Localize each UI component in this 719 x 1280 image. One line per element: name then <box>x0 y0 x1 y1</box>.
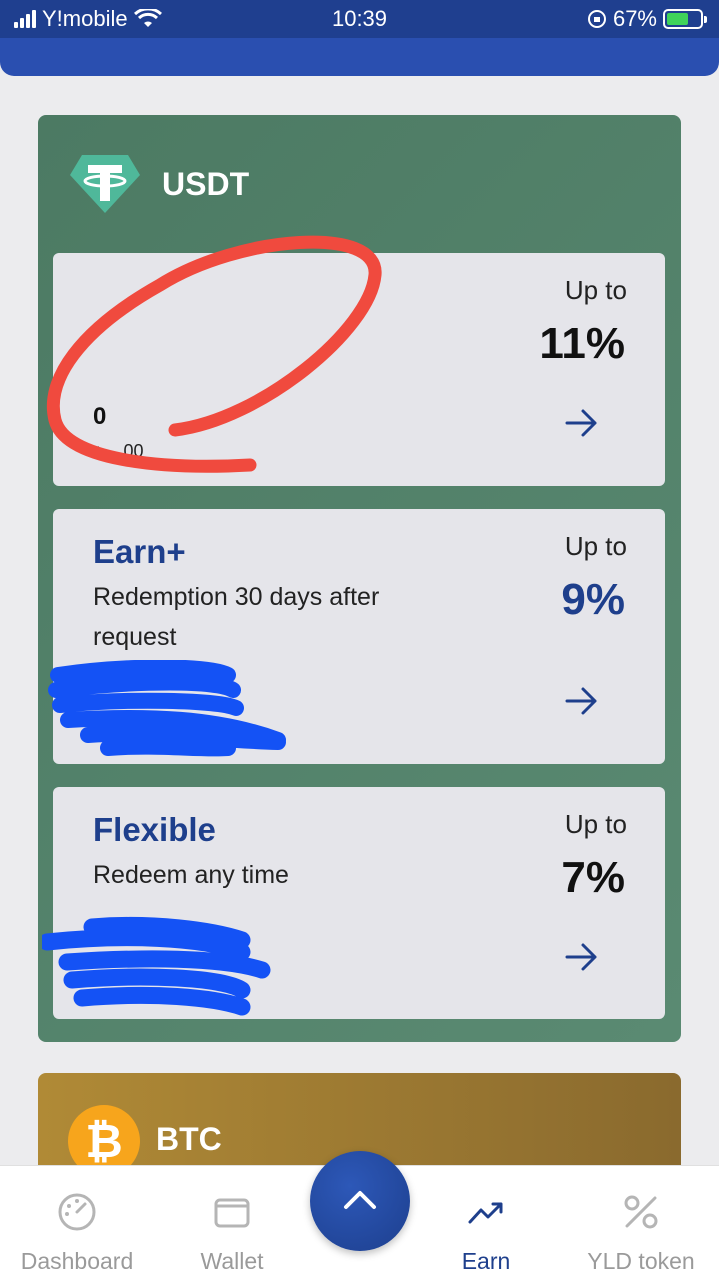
usdt-product-card[interactable]: 0 + ...00 Up to 11% <box>53 253 665 486</box>
header-strip <box>0 38 719 76</box>
flexible-card[interactable]: Flexible Redeem any time Up to 7% <box>53 787 665 1019</box>
arrow-right-icon[interactable] <box>565 686 599 716</box>
rate-value: 11% <box>539 319 625 368</box>
earn-plus-description: Redemption 30 days after request <box>93 583 380 651</box>
status-bar-right: 67% <box>587 6 707 32</box>
usdt-title: USDT <box>162 165 250 202</box>
nav-dashboard[interactable]: Dashboard <box>2 1166 152 1280</box>
flexible-title: Flexible <box>93 811 216 848</box>
bottom-navigation: Dashboard Wallet Earn YLD token <box>0 1151 719 1280</box>
btc-title: BTC <box>156 1121 222 1157</box>
trending-up-icon <box>468 1202 503 1224</box>
up-to-label: Up to <box>564 531 627 561</box>
battery-icon <box>663 9 707 29</box>
nav-yld-token-label: YLD token <box>587 1248 695 1274</box>
chevron-up-icon <box>344 1191 376 1209</box>
rate-value: 7% <box>561 853 625 902</box>
tether-icon <box>70 155 140 213</box>
flexible-description: Redeem any time <box>93 861 289 889</box>
nav-dashboard-label: Dashboard <box>20 1248 134 1274</box>
earn-plus-title: Earn+ <box>93 533 186 570</box>
nav-earn[interactable]: Earn <box>411 1166 561 1280</box>
usdt-section: USDT 0 + ...00 Up to 11% Earn+ Redemptio… <box>38 115 681 1042</box>
rate-value: 9% <box>561 575 625 624</box>
dashboard-gauge-icon <box>58 1193 96 1231</box>
earn-plus-card[interactable]: Earn+ Redemption 30 days after request U… <box>53 509 665 764</box>
wallet-icon <box>214 1198 250 1228</box>
nav-wallet-label: Wallet <box>200 1248 264 1274</box>
usdt-header: USDT <box>68 153 249 215</box>
expand-fab-button[interactable] <box>310 1151 410 1251</box>
arrow-right-icon[interactable] <box>565 408 599 438</box>
orientation-lock-icon <box>587 10 606 28</box>
arrow-right-icon[interactable] <box>565 942 599 972</box>
battery-percent: 67% <box>612 6 657 31</box>
percent-icon <box>624 1195 658 1229</box>
balance-sub: + ...00 <box>93 441 144 461</box>
nav-yld-token[interactable]: YLD token <box>566 1166 716 1280</box>
up-to-label: Up to <box>564 275 627 305</box>
nav-earn-label: Earn <box>461 1248 511 1274</box>
nav-wallet[interactable]: Wallet <box>157 1166 307 1280</box>
status-bar: Y!mobile 10:39 67% <box>0 0 719 38</box>
balance-amount: 0 <box>93 403 107 430</box>
up-to-label: Up to <box>564 809 627 839</box>
